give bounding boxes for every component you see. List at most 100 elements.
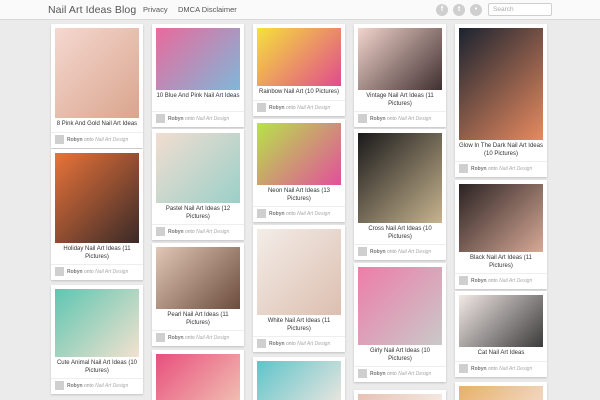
pin-image[interactable]: [257, 361, 341, 400]
pin-title[interactable]: Holiday Nail Art Ideas (11 Pictures): [55, 246, 139, 261]
pin-card[interactable]: Glow In The Dark Nail Art Ideas (10 Pict…: [455, 24, 547, 177]
pin-board[interactable]: Nail Art Design: [398, 249, 431, 255]
pin-author[interactable]: Robyn: [67, 137, 83, 143]
pin-author[interactable]: Robyn: [67, 269, 83, 275]
pin-author[interactable]: Robyn: [370, 116, 386, 122]
pin-card[interactable]: Rainbow Nail Art (10 Pictures) Robyn onto…: [253, 24, 345, 116]
pin-author[interactable]: Robyn: [269, 105, 285, 111]
pin-card[interactable]: Cute Animal Nail Art Ideas (10 Pictures)…: [51, 285, 143, 394]
pin-author[interactable]: Robyn: [269, 211, 285, 217]
pin-author[interactable]: Robyn: [67, 383, 83, 389]
pin-image[interactable]: [55, 289, 139, 357]
pin-image[interactable]: [459, 184, 543, 252]
pin-board[interactable]: Nail Art Design: [297, 211, 330, 217]
facebook-icon[interactable]: f: [436, 4, 448, 16]
pin-board[interactable]: Nail Art Design: [499, 366, 532, 372]
pin-title[interactable]: Cute Animal Nail Art Ideas (10 Pictures): [55, 360, 139, 375]
pin-board[interactable]: Nail Art Design: [95, 137, 128, 143]
pin-title[interactable]: Girly Nail Art Ideas (10 Pictures): [358, 348, 442, 363]
pin-card[interactable]: Pearl Nail Art Ideas (11 Pictures) Robyn …: [152, 243, 244, 346]
pin-author[interactable]: Robyn: [168, 335, 184, 341]
pin-author[interactable]: Robyn: [471, 366, 487, 372]
rss-icon[interactable]: •: [470, 4, 482, 16]
pin-card[interactable]: [354, 390, 446, 400]
pin-card[interactable]: [455, 382, 547, 400]
avatar[interactable]: [257, 339, 266, 348]
pin-card[interactable]: 8 Pink And Gold Nail Art Ideas Robyn onto…: [51, 24, 143, 148]
avatar[interactable]: [156, 227, 165, 236]
pin-title[interactable]: 10 Blue And Pink Nail Art Ideas: [156, 93, 240, 101]
pin-image[interactable]: [156, 28, 240, 90]
pin-board[interactable]: Nail Art Design: [95, 269, 128, 275]
pin-image[interactable]: [156, 354, 240, 400]
pin-author[interactable]: Robyn: [471, 166, 487, 172]
pin-title[interactable]: Neon Nail Art Ideas (13 Pictures): [257, 188, 341, 203]
pin-author[interactable]: Robyn: [269, 341, 285, 347]
pin-title[interactable]: 8 Pink And Gold Nail Art Ideas: [55, 121, 139, 129]
pin-image[interactable]: [358, 394, 442, 400]
pin-card[interactable]: 10 Blue And Pink Nail Art Ideas Robyn ont…: [152, 24, 244, 127]
pin-image[interactable]: [459, 295, 543, 347]
avatar[interactable]: [358, 247, 367, 256]
pin-card[interactable]: Pastel Nail Art Ideas (12 Pictures) Robyn…: [152, 129, 244, 240]
pin-board[interactable]: Nail Art Design: [196, 335, 229, 341]
avatar[interactable]: [156, 333, 165, 342]
avatar[interactable]: [55, 381, 64, 390]
pin-author[interactable]: Robyn: [168, 116, 184, 122]
pin-card[interactable]: Black Nail Art Ideas (11 Pictures) Robyn …: [455, 180, 547, 289]
pin-image[interactable]: [156, 133, 240, 203]
pin-card[interactable]: Neon Nail Art Ideas (13 Pictures) Robyn o…: [253, 119, 345, 222]
pin-author[interactable]: Robyn: [370, 249, 386, 255]
pin-card[interactable]: [253, 357, 345, 400]
avatar[interactable]: [459, 363, 468, 373]
pin-author[interactable]: Robyn: [370, 371, 386, 377]
pin-image[interactable]: [257, 28, 341, 86]
pin-image[interactable]: [459, 386, 543, 400]
avatar[interactable]: [257, 209, 266, 218]
pin-image[interactable]: [459, 28, 543, 140]
pin-board[interactable]: Nail Art Design: [398, 116, 431, 122]
pin-board[interactable]: Nail Art Design: [499, 166, 532, 172]
pin-image[interactable]: [257, 229, 341, 315]
search-input[interactable]: [488, 3, 552, 16]
site-brand[interactable]: Nail Art Ideas Blog: [48, 4, 136, 16]
pin-title[interactable]: Glow In The Dark Nail Art Ideas (10 Pict…: [459, 143, 543, 158]
avatar[interactable]: [459, 164, 468, 173]
pin-image[interactable]: [55, 153, 139, 243]
pin-image[interactable]: [257, 123, 341, 185]
pin-image[interactable]: [156, 247, 240, 309]
pin-card[interactable]: Cat Nail Art Ideas Robyn onto Nail Art De…: [455, 291, 547, 377]
pin-board[interactable]: Nail Art Design: [196, 116, 229, 122]
avatar[interactable]: [156, 114, 165, 123]
pin-title[interactable]: Cross Nail Art Ideas (10 Pictures): [358, 226, 442, 241]
pin-card[interactable]: [152, 350, 244, 400]
pin-board[interactable]: Nail Art Design: [95, 383, 128, 389]
pin-board[interactable]: Nail Art Design: [297, 105, 330, 111]
pin-image[interactable]: [358, 28, 442, 90]
pin-image[interactable]: [55, 28, 139, 118]
pin-title[interactable]: Pearl Nail Art Ideas (11 Pictures): [156, 312, 240, 327]
twitter-icon[interactable]: t: [453, 4, 465, 16]
pin-title[interactable]: White Nail Art Ideas (11 Pictures): [257, 318, 341, 333]
pin-author[interactable]: Robyn: [168, 229, 184, 235]
pin-board[interactable]: Nail Art Design: [297, 341, 330, 347]
avatar[interactable]: [358, 369, 367, 378]
pin-card[interactable]: Cross Nail Art Ideas (10 Pictures) Robyn …: [354, 129, 446, 260]
pin-title[interactable]: Rainbow Nail Art (10 Pictures): [257, 89, 341, 97]
pin-image[interactable]: [358, 267, 442, 345]
avatar[interactable]: [257, 102, 266, 112]
pin-author[interactable]: Robyn: [471, 278, 487, 284]
pin-board[interactable]: Nail Art Design: [499, 278, 532, 284]
pin-title[interactable]: Black Nail Art Ideas (11 Pictures): [459, 255, 543, 270]
pin-title[interactable]: Cat Nail Art Ideas: [459, 350, 543, 358]
nav-link-dmca[interactable]: DMCA Disclaimer: [178, 5, 237, 14]
pin-board[interactable]: Nail Art Design: [196, 229, 229, 235]
avatar[interactable]: [459, 276, 468, 285]
pin-card[interactable]: Holiday Nail Art Ideas (11 Pictures) Roby…: [51, 149, 143, 280]
avatar[interactable]: [358, 114, 367, 123]
avatar[interactable]: [55, 267, 64, 276]
pin-board[interactable]: Nail Art Design: [398, 371, 431, 377]
pin-title[interactable]: Vintage Nail Art Ideas (11 Pictures): [358, 93, 442, 108]
pin-card[interactable]: Vintage Nail Art Ideas (11 Pictures) Roby…: [354, 24, 446, 127]
nav-link-privacy[interactable]: Privacy: [143, 5, 168, 14]
